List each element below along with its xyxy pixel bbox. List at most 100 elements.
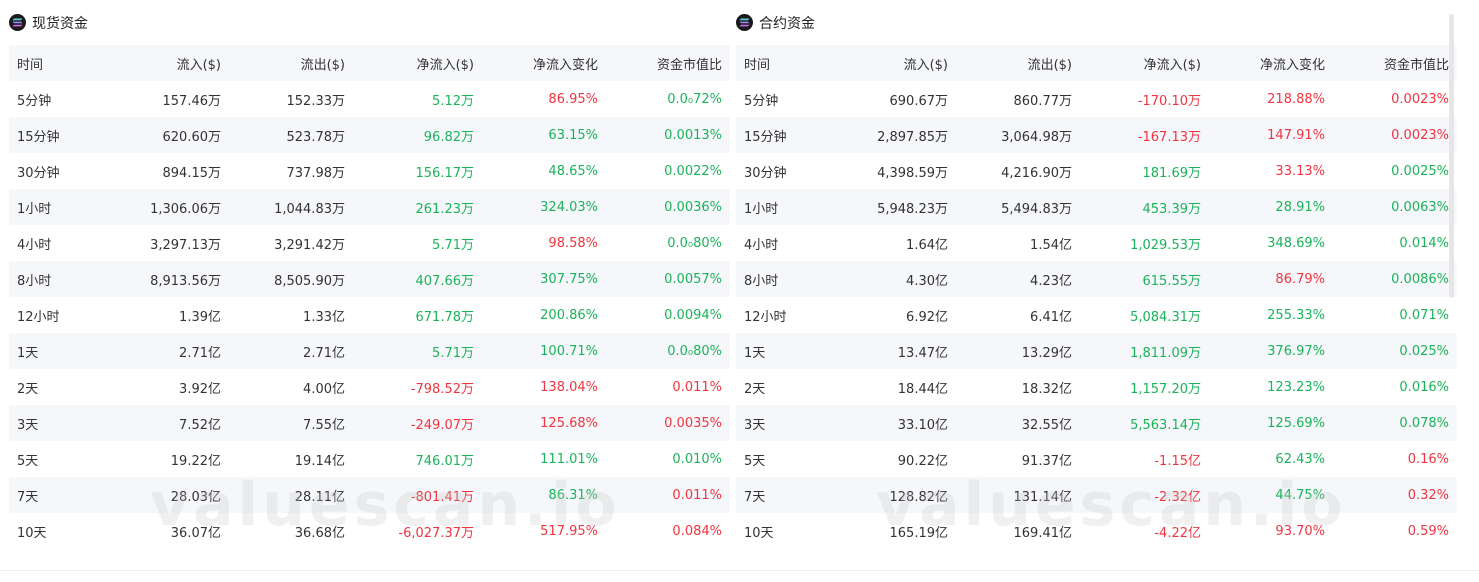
cell-inflow: 1,306.06万 <box>150 201 221 217</box>
table-row: 1小时 5,948.23万 5,494.83万 453.39万 28.91% 0.0063… <box>736 189 1457 225</box>
cell-time: 7天 <box>17 489 39 505</box>
cell-time: 1天 <box>744 345 766 361</box>
cell-inflow: 6.92亿 <box>906 309 948 325</box>
cell-net-inflow: 453.39万 <box>1142 201 1202 217</box>
cell-inflow: 4.30亿 <box>906 273 948 289</box>
col-header-time: 时间 <box>744 57 771 73</box>
cell-net-inflow: 1,811.09万 <box>1130 345 1201 361</box>
cell-cap-ratio: 0.0023% <box>1391 91 1449 107</box>
cell-net-change: 307.75% <box>540 271 598 287</box>
table-row: 2天 3.92亿 4.00亿 -798.52万 138.04% 0.011% <box>9 369 730 405</box>
cell-cap-ratio: 0.0057% <box>664 271 722 287</box>
cell-net-inflow: -801.41万 <box>410 489 474 505</box>
cell-net-inflow: 261.23万 <box>415 201 475 217</box>
cell-net-inflow: 615.55万 <box>1142 273 1202 289</box>
cell-net-change: 147.91% <box>1267 127 1325 143</box>
col-header-outflow: 流出($) <box>1027 57 1072 73</box>
cell-time: 12小时 <box>744 309 787 325</box>
cell-net-change: 111.01% <box>540 451 598 467</box>
table-row: 1天 2.71亿 2.71亿 5.71万 100.71% 0.0₀80% <box>9 333 730 369</box>
table-row: 5天 19.22亿 19.14亿 746.01万 111.01% 0.010% <box>9 441 730 477</box>
cell-net-change: 93.70% <box>1275 523 1325 539</box>
cell-net-change: 28.91% <box>1275 199 1325 215</box>
cell-cap-ratio: 0.0022% <box>664 163 722 179</box>
cell-time: 15分钟 <box>17 129 60 145</box>
cell-cap-ratio: 0.0025% <box>1391 163 1449 179</box>
cell-net-change: 98.58% <box>548 235 598 251</box>
cell-time: 3天 <box>17 417 39 433</box>
cell-net-change: 138.04% <box>540 379 598 395</box>
table-row: 7天 128.82亿 131.14亿 -2.32亿 44.75% 0.32% <box>736 477 1457 513</box>
table-row: 3天 33.10亿 32.55亿 5,563.14万 125.69% 0.078% <box>736 405 1457 441</box>
cell-net-change: 33.13% <box>1275 163 1325 179</box>
col-header-net-change: 净流入变化 <box>1259 57 1325 73</box>
spot-funds-header: 现货资金 <box>9 0 721 45</box>
table-row: 15分钟 2,897.85万 3,064.98万 -167.13万 147.91% 0.0… <box>736 117 1457 153</box>
cell-net-inflow: 5,563.14万 <box>1130 417 1201 433</box>
cell-net-inflow: 5.12万 <box>432 93 474 109</box>
cell-net-change: 200.86% <box>540 307 598 323</box>
futures-funds-table: 时间 流入($) 流出($) 净流入($) 净流入变化 资金市值比 5分钟 690… <box>736 45 1457 549</box>
cell-outflow: 3,064.98万 <box>1001 129 1072 145</box>
cell-net-inflow: -1.15亿 <box>1154 453 1201 469</box>
cell-net-change: 324.03% <box>540 199 598 215</box>
cell-cap-ratio: 0.010% <box>672 451 722 467</box>
cell-inflow: 157.46万 <box>162 93 222 109</box>
cell-net-change: 62.43% <box>1275 451 1325 467</box>
table-row: 5分钟 690.67万 860.77万 -170.10万 218.88% 0.0023% <box>736 81 1457 117</box>
cell-net-change: 86.95% <box>548 91 598 107</box>
futures-funds-body: 5分钟 690.67万 860.77万 -170.10万 218.88% 0.0023% 1… <box>736 81 1457 549</box>
table-row: 8小时 4.30亿 4.23亿 615.55万 86.79% 0.0086% <box>736 261 1457 297</box>
solana-coin-icon <box>736 14 753 31</box>
cell-net-inflow: 1,157.20万 <box>1130 381 1201 397</box>
table-row: 2天 18.44亿 18.32亿 1,157.20万 123.23% 0.016% <box>736 369 1457 405</box>
cell-cap-ratio: 0.0₀80% <box>667 343 722 359</box>
table-row: 5天 90.22亿 91.37亿 -1.15亿 62.43% 0.16% <box>736 441 1457 477</box>
cell-inflow: 28.03亿 <box>170 489 221 505</box>
spot-funds-panel: 现货资金 时间 流入($) 流出($) 净流入($) 净流入变化 资金市值比 5… <box>9 0 730 549</box>
cell-cap-ratio: 0.071% <box>1399 307 1449 323</box>
cell-outflow: 18.32亿 <box>1021 381 1072 397</box>
cell-inflow: 1.39亿 <box>179 309 221 325</box>
cell-outflow: 36.68亿 <box>294 525 345 541</box>
cell-inflow: 165.19亿 <box>889 525 949 541</box>
table-row: 10天 36.07亿 36.68亿 -6,027.37万 517.95% 0.084% <box>9 513 730 549</box>
cell-cap-ratio: 0.011% <box>672 379 722 395</box>
vertical-scrollbar[interactable] <box>1449 14 1454 298</box>
table-header-row: 时间 流入($) 流出($) 净流入($) 净流入变化 资金市值比 <box>736 45 1457 81</box>
cell-inflow: 13.47亿 <box>897 345 948 361</box>
cell-time: 12小时 <box>17 309 60 325</box>
col-header-inflow: 流入($) <box>176 57 221 73</box>
cell-inflow: 18.44亿 <box>897 381 948 397</box>
cell-net-change: 255.33% <box>1267 307 1325 323</box>
cell-outflow: 152.33万 <box>286 93 346 109</box>
cell-time: 5天 <box>17 453 39 469</box>
cell-cap-ratio: 0.084% <box>672 523 722 539</box>
cell-outflow: 4.00亿 <box>303 381 345 397</box>
cell-outflow: 131.14亿 <box>1013 489 1073 505</box>
cell-outflow: 1.54亿 <box>1030 237 1072 253</box>
cell-inflow: 690.67万 <box>889 93 949 109</box>
cell-time: 10天 <box>17 525 47 541</box>
cell-outflow: 32.55亿 <box>1021 417 1072 433</box>
table-row: 30分钟 4,398.59万 4,216.90万 181.69万 33.13% 0.002… <box>736 153 1457 189</box>
cell-net-change: 125.69% <box>1267 415 1325 431</box>
cell-inflow: 128.82亿 <box>889 489 949 505</box>
cell-cap-ratio: 0.011% <box>672 487 722 503</box>
cell-net-change: 48.65% <box>548 163 598 179</box>
cell-net-change: 86.79% <box>1275 271 1325 287</box>
col-header-net-inflow: 净流入($) <box>416 57 474 73</box>
cell-cap-ratio: 0.0₀80% <box>667 235 722 251</box>
cell-time: 15分钟 <box>744 129 787 145</box>
cell-inflow: 33.10亿 <box>897 417 948 433</box>
cell-net-inflow: -798.52万 <box>410 381 474 397</box>
cell-cap-ratio: 0.32% <box>1407 487 1449 503</box>
cell-net-inflow: 5.71万 <box>432 237 474 253</box>
cell-net-change: 218.88% <box>1267 91 1325 107</box>
cell-cap-ratio: 0.014% <box>1399 235 1449 251</box>
table-row: 4小时 3,297.13万 3,291.42万 5.71万 98.58% 0.0₀80% <box>9 225 730 261</box>
cell-outflow: 19.14亿 <box>294 453 345 469</box>
col-header-time: 时间 <box>17 57 44 73</box>
cell-cap-ratio: 0.0023% <box>1391 127 1449 143</box>
cell-inflow: 36.07亿 <box>170 525 221 541</box>
